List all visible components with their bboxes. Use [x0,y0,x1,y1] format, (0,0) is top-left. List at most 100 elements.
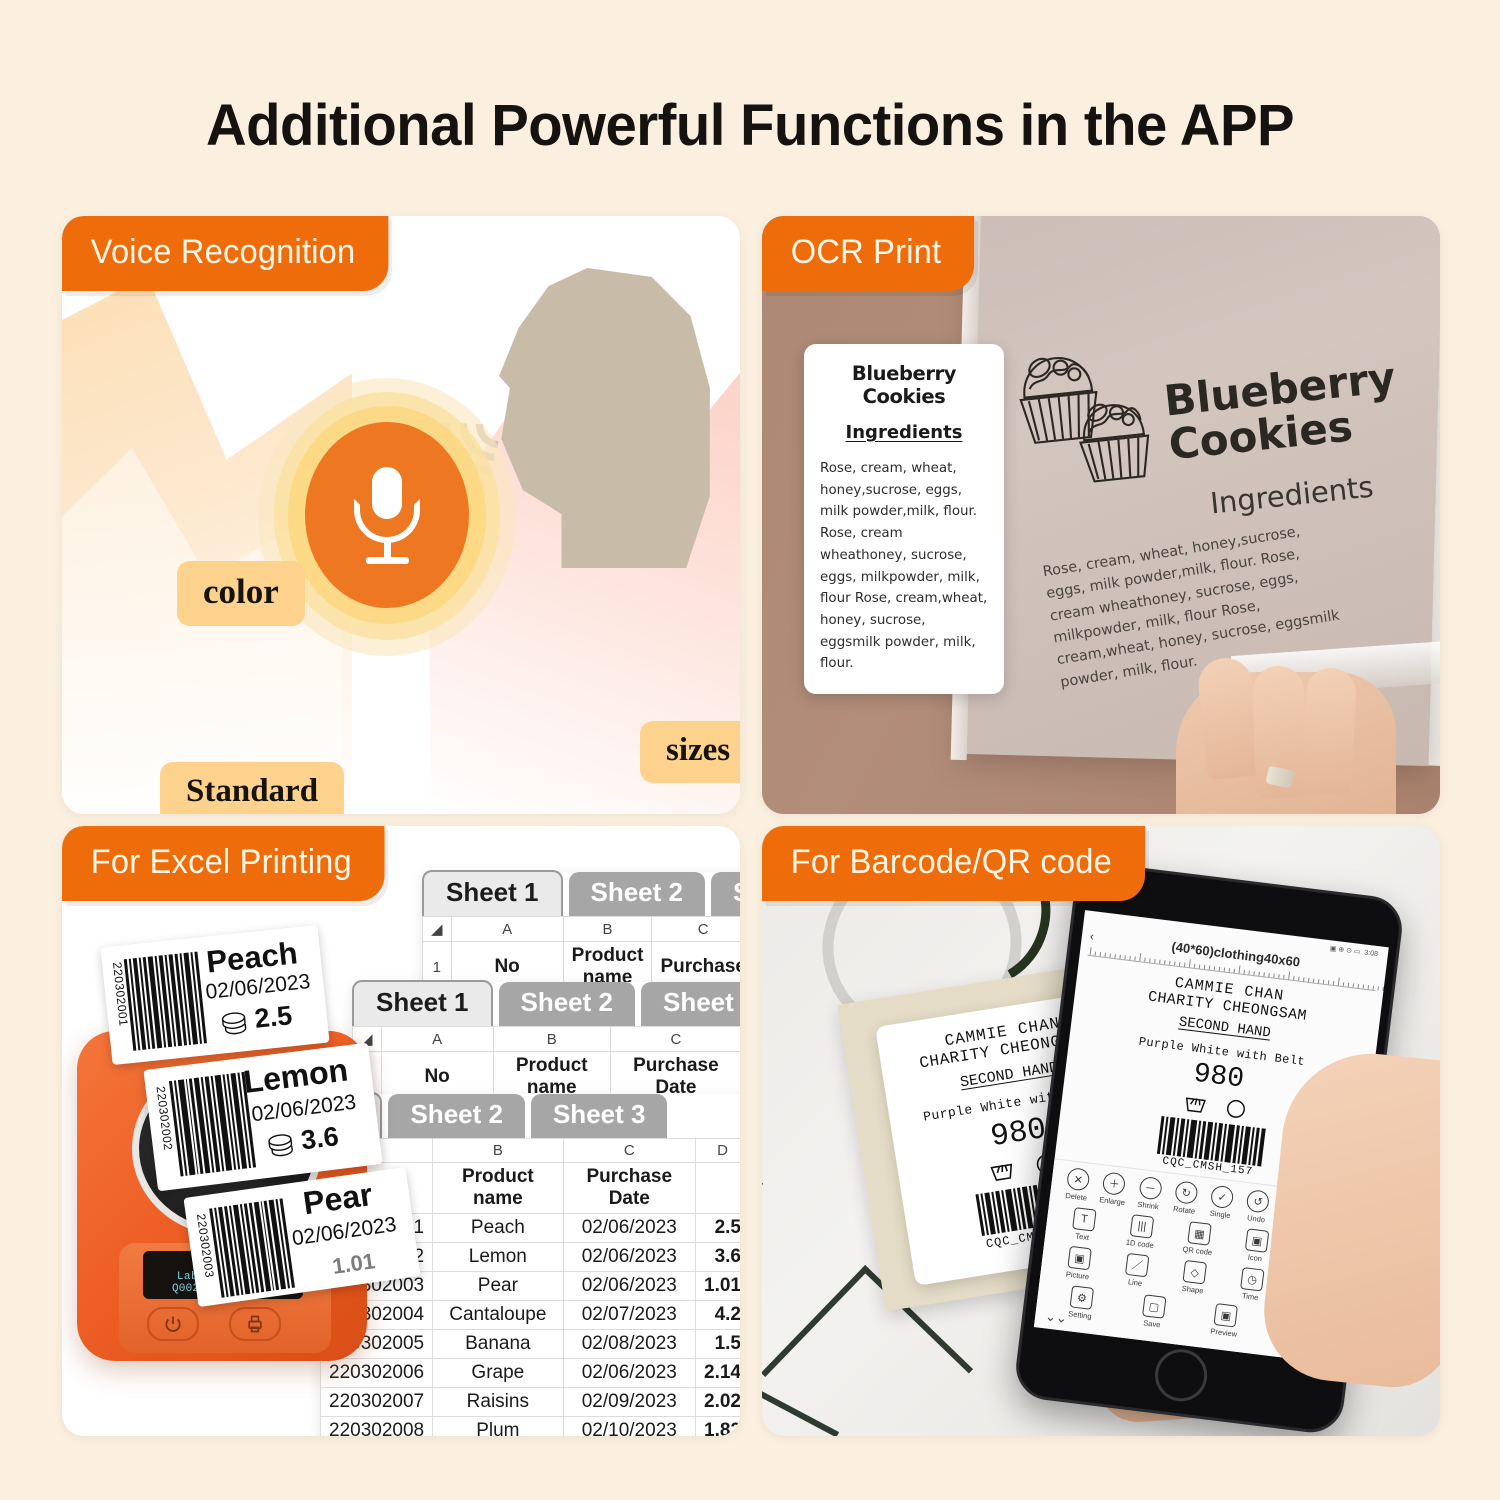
chevron-double-down-icon[interactable]: ⌄⌄ [1044,1308,1067,1327]
column-letter-row: ◢ A B C [422,916,740,942]
tool-undo[interactable]: ↺ Undo [1238,1188,1278,1225]
tool-label: Undo [1246,1213,1266,1225]
tool-shape[interactable]: ◇ Shape [1169,1258,1219,1296]
cell-value: 2.14 [695,1358,740,1388]
cell-product: Raisins [432,1387,564,1417]
tool-picture[interactable]: ▣ Picture [1054,1244,1104,1282]
column-letter-row: A B C D [319,1138,740,1163]
sheet-tab-row: Sheet 1 Sheet 2 Sheet [352,980,740,1026]
weight-stack-icon [268,1134,293,1157]
badge-excel-printing: For Excel Printing [62,826,385,901]
tool-label: Preview [1210,1326,1238,1339]
setting-icon: ⚙ [1069,1285,1095,1310]
tool-enlarge[interactable]: ＋ Enlarge [1094,1171,1134,1208]
header-product: Product name [432,1162,564,1214]
hand-wash-icon [1185,1097,1206,1113]
sheet-tab-row: 1 Sheet 2 Sheet 3 [320,1092,740,1138]
voice-tag-sizes: sizes [640,721,740,783]
cupcake-illustration-icon [1019,357,1150,483]
panel-voice-recognition: color Standard sizes Material Numbering … [62,216,740,814]
tumble-dry-icon [1226,1099,1245,1118]
image-icon: ▣ [1244,1228,1270,1253]
barcode-icon [209,1198,295,1298]
tool-label: Picture [1065,1269,1090,1282]
shrink-icon: － [1138,1175,1163,1201]
tool-save[interactable]: ▢ Save [1129,1293,1179,1331]
tool-rotate[interactable]: ↻ Rotate [1166,1179,1206,1216]
tool-text[interactable]: T Text [1059,1206,1109,1244]
tab-sheet-2[interactable]: Sheet 2 [388,1094,525,1138]
save-icon: ▢ [1141,1294,1167,1319]
undo-icon: ↺ [1245,1189,1271,1214]
voice-tag-color: color [177,561,305,626]
power-button[interactable] [147,1307,199,1341]
tool-label: Text [1074,1231,1090,1243]
label-weight: 1.01 [330,1248,377,1279]
phone-home-button[interactable] [1152,1346,1211,1405]
badge-voice-recognition: Voice Recognition [62,216,389,291]
cell-no: 220302006 [319,1358,434,1388]
preview-icon: ▣ [1213,1303,1239,1328]
delete-icon: ✕ [1066,1167,1091,1192]
promo-page: Additional Powerful Functions in the APP [0,0,1500,1500]
cell-product: Plum [432,1416,564,1436]
tool-line[interactable]: ／ Line [1112,1251,1162,1289]
cell-no: 220302008 [319,1416,434,1436]
cell-value: 1.01 [695,1271,740,1301]
line-icon: ／ [1124,1252,1150,1278]
tool-label: 1D code [1125,1237,1155,1250]
status-time: 3:08 [1363,949,1379,958]
tool-1d-code[interactable]: ||| 1D code [1116,1213,1166,1251]
cell-date: 02/06/2023 [562,1213,697,1243]
microphone-button[interactable] [305,422,469,608]
cell-date: 02/09/2023 [562,1387,697,1417]
tab-sheet-1[interactable]: Sheet 1 [352,980,493,1026]
panel-excel-printing: Sheet 1 Sheet 2 S ◢ A B C 1 No Product n… [62,826,740,1436]
cell-product: Pear [432,1271,564,1301]
qrcode-icon: ▦ [1187,1221,1212,1246]
tool-qr-code[interactable]: ▦ QR code [1174,1220,1224,1258]
cell-date: 02/06/2023 [562,1242,697,1272]
barcode-icon [123,951,208,1051]
voice-background [62,216,740,814]
print-feed-button[interactable] [229,1307,281,1341]
cell-date: 02/06/2023 [562,1271,697,1301]
cell-no: 220302007 [319,1387,434,1417]
hand-wash-icon [990,1163,1013,1181]
tab-sheet-2[interactable]: Sheet 2 [568,872,705,916]
printer-icon [248,1315,262,1333]
label-subtitle: Ingredients [845,422,963,443]
printed-ocr-label: Blueberry Cookies Ingredients Rose, crea… [804,344,1004,694]
status-icons: ▣ ⊕ ⊙ ▭ [1329,945,1361,956]
page-title: Additional Powerful Functions in the APP [205,93,1295,158]
panel-barcode-qr: CAMMIE CHAN CHARITY CHEONGSAM SECOND HAN… [762,826,1440,1436]
tool-label: Rotate [1172,1204,1196,1216]
badge-barcode-qr: For Barcode/QR code [762,826,1145,901]
cell-product: Grape [432,1358,564,1388]
label-body: Rose, cream, wheat, honey,sucrose, eggs,… [820,461,988,672]
cell-date: 02/06/2023 [562,1358,697,1388]
label-weight: 3.6 [299,1121,341,1156]
tab-sheet-3-clipped[interactable]: S [711,872,740,916]
tab-sheet-1[interactable]: Sheet 1 [422,870,563,916]
header-date: Purchase Date [562,1162,697,1214]
tool-label: Delete [1064,1190,1088,1203]
tool-single[interactable]: ✓ Single [1202,1184,1242,1221]
cell-product: Peach [432,1213,564,1243]
tab-sheet-2[interactable]: Sheet 2 [498,982,635,1026]
tab-sheet-3[interactable]: Sheet 3 [530,1094,668,1138]
tab-sheet-3-clipped[interactable]: Sheet [641,982,740,1026]
tool-delete[interactable]: ✕ Delete [1058,1166,1098,1203]
enlarge-icon: ＋ [1102,1171,1127,1196]
tool-label: Save [1142,1318,1161,1330]
shape-icon: ◇ [1182,1259,1208,1285]
tool-preview[interactable]: ▣ Preview [1200,1302,1250,1340]
table-row: 220302005 Banana 02/08/2023 1.5 [319,1329,740,1359]
sheet-tab-row: Sheet 1 Sheet 2 S [422,870,740,916]
weight-stack-icon [221,1012,247,1035]
tool-label: Shrink [1137,1199,1160,1212]
badge-ocr-print: OCR Print [762,216,974,291]
cell-product: Lemon [432,1242,564,1272]
tool-shrink[interactable]: － Shrink [1130,1175,1170,1212]
cell-value: 1.82 [695,1416,740,1436]
